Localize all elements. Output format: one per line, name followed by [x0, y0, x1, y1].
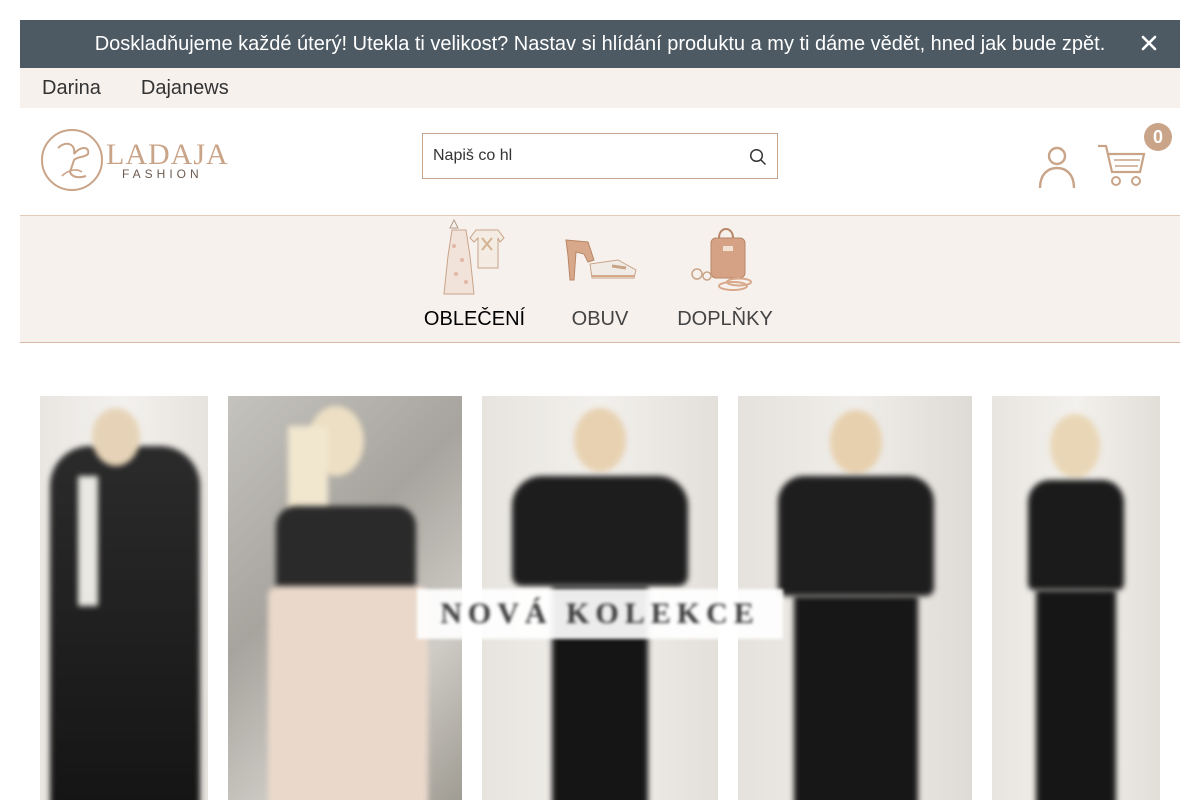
category-doplnky[interactable]: DOPLŇKY — [670, 216, 780, 330]
page: Doskladňujeme každé úterý! Utekla ti vel… — [0, 0, 1200, 800]
search-input[interactable] — [433, 147, 733, 165]
category-obuv[interactable]: OBUV — [560, 216, 640, 330]
search-icon[interactable] — [749, 148, 767, 166]
announcement-text: Doskladňujeme každé úterý! Utekla ti vel… — [94, 32, 1106, 55]
logo-sub: FASHION — [122, 167, 203, 181]
cart-count-badge: 0 — [1144, 123, 1172, 151]
category-label: DOPLŇKY — [677, 308, 773, 330]
topnav-item-darina[interactable]: Darina — [42, 77, 101, 100]
hero-photo-1 — [40, 396, 208, 800]
hero-photo-5 — [992, 396, 1160, 800]
category-bar: OBLEČENÍ OBUV DOPLŇKY — [20, 216, 1180, 343]
cart-icon[interactable] — [1096, 142, 1146, 188]
accessories-icon — [691, 228, 752, 291]
category-label: OBLEČENÍ — [423, 308, 526, 330]
close-icon[interactable] — [1138, 32, 1160, 54]
ladaja-logo[interactable]: LADAJA FASHION — [40, 126, 230, 194]
hero-banner-text: NOVÁ KOLEKCE — [417, 589, 783, 639]
clothing-icon — [442, 218, 505, 295]
category-label: OBUV — [571, 308, 629, 330]
shoes-icon — [565, 239, 637, 281]
header: LADAJA FASHION 0 — [20, 108, 1180, 216]
category-obleceni[interactable]: OBLEČENÍ — [412, 216, 537, 330]
top-nav: Darina Dajanews — [20, 68, 1180, 108]
topnav-item-dajanews[interactable]: Dajanews — [141, 77, 229, 100]
announcement-bar: Doskladňujeme každé úterý! Utekla ti vel… — [20, 20, 1180, 68]
user-icon[interactable] — [1036, 144, 1078, 190]
hero-collection-banner[interactable]: NOVÁ KOLEKCE — [20, 343, 1180, 800]
search-box — [422, 133, 778, 179]
